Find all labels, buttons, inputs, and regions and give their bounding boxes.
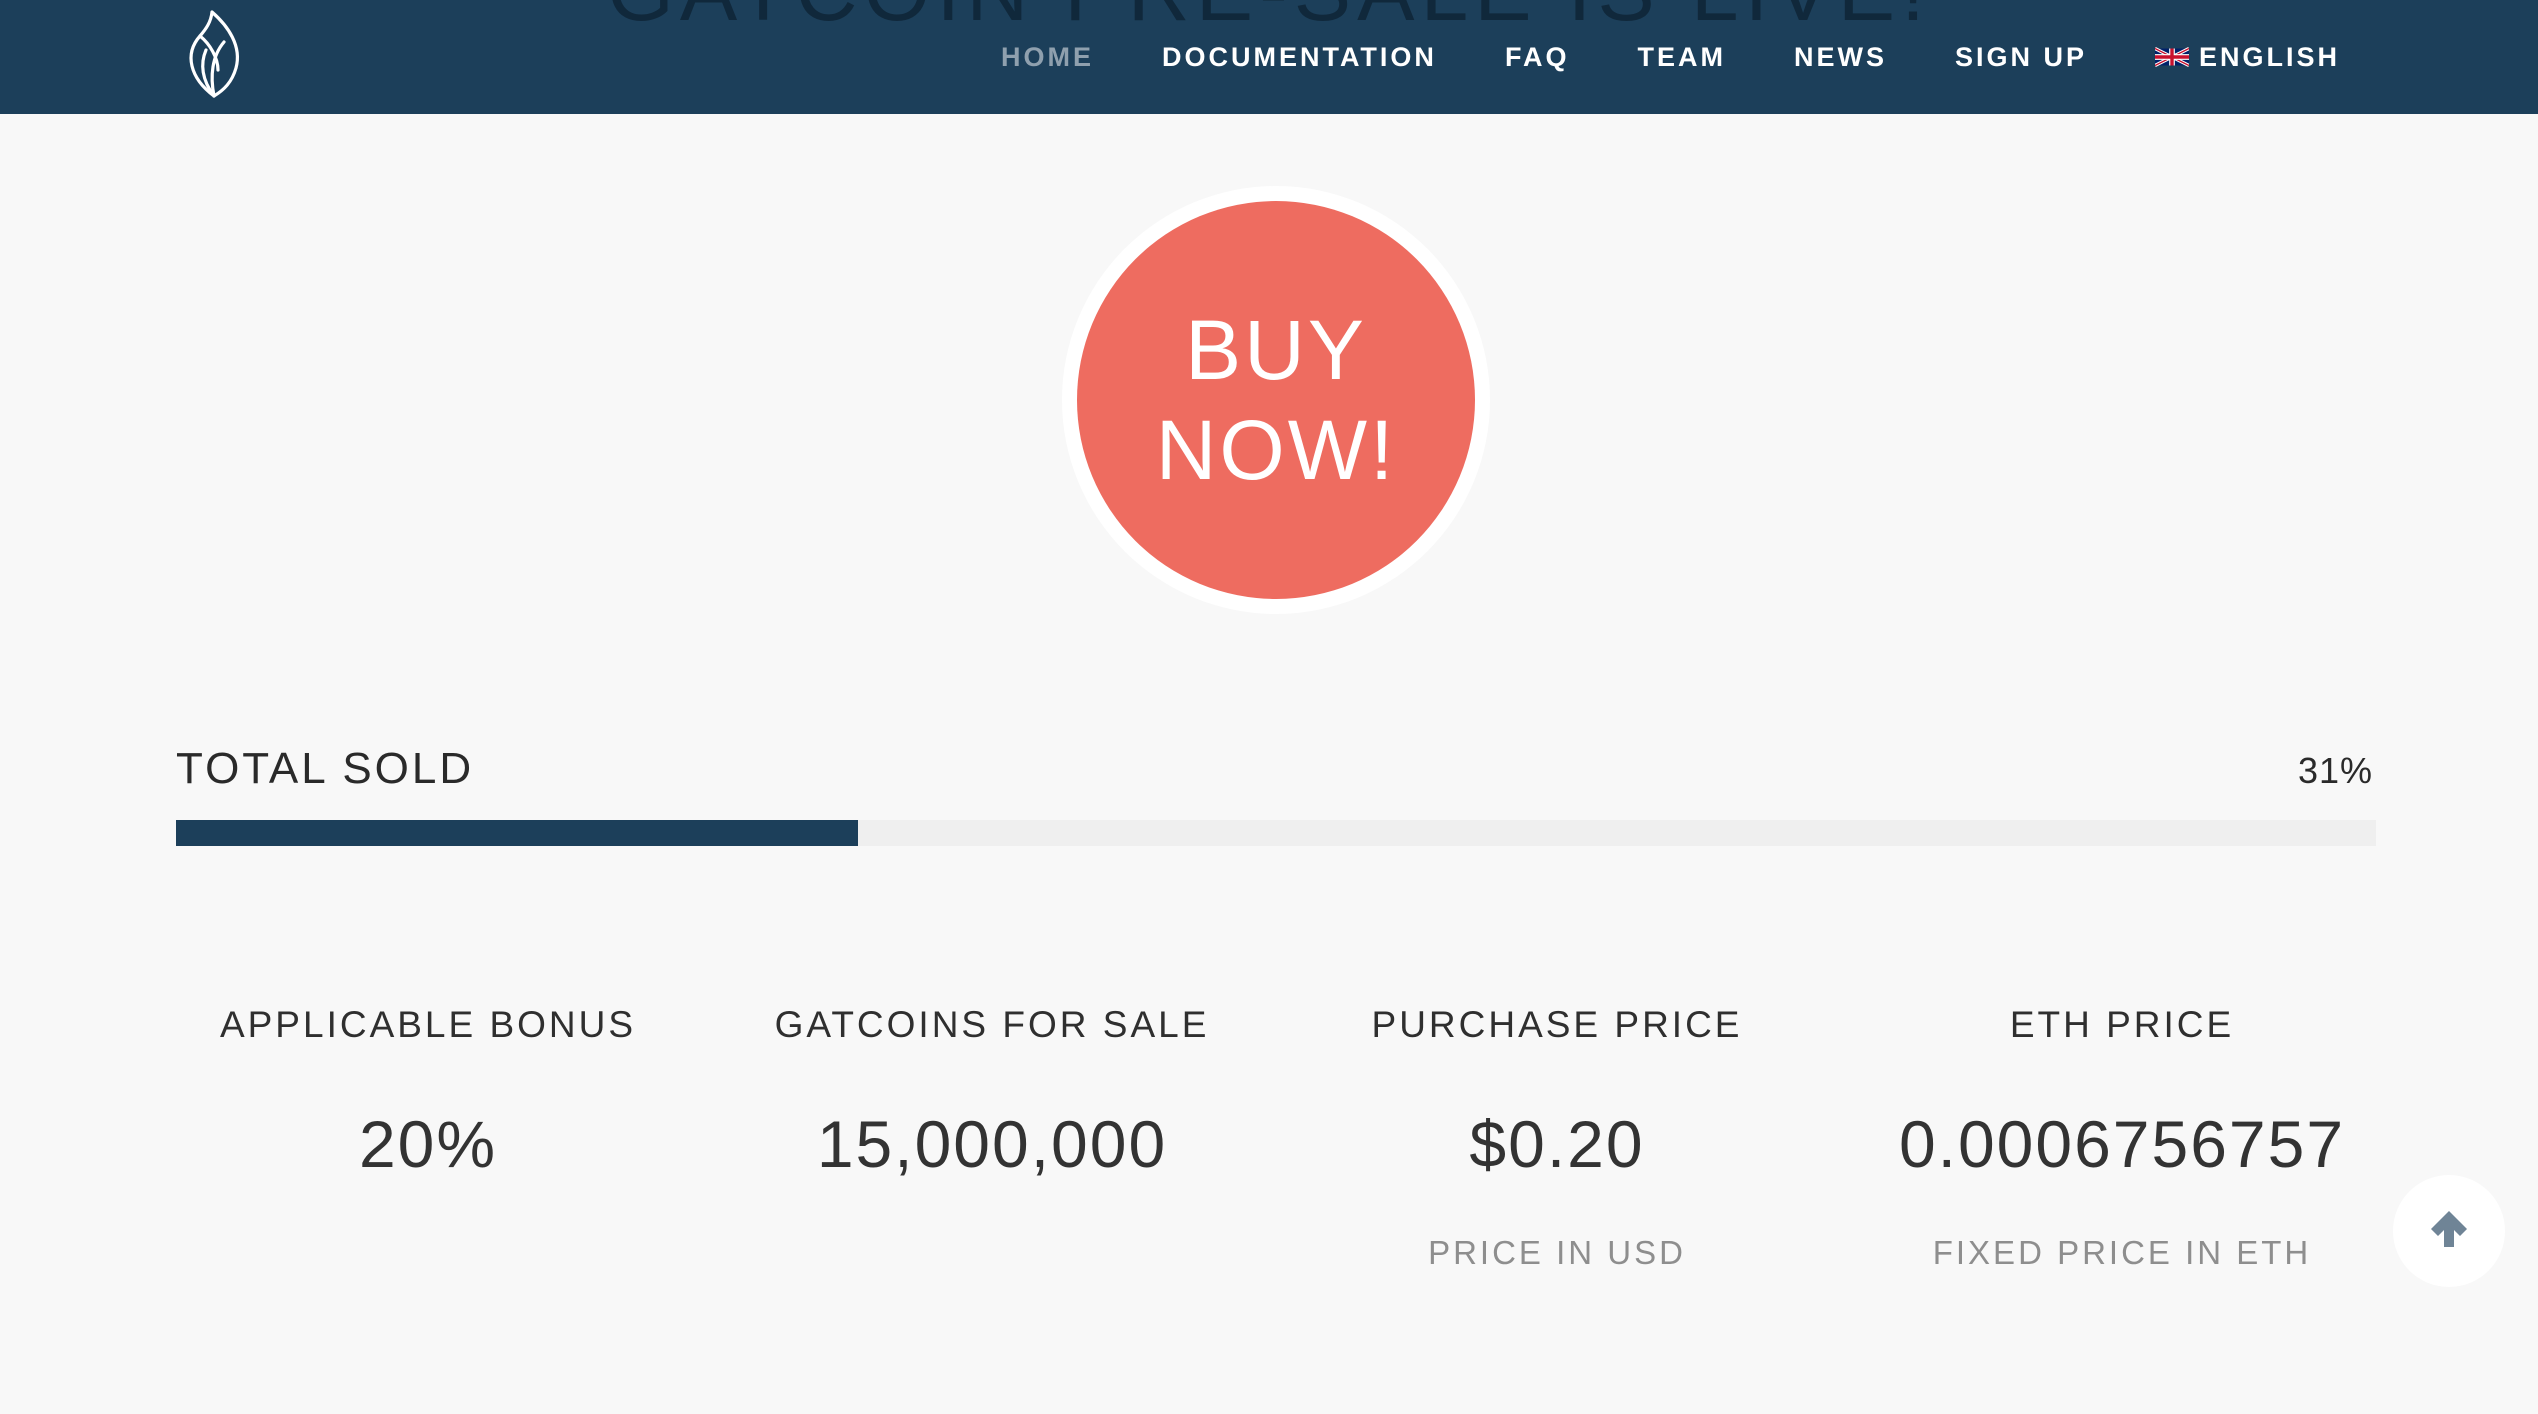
total-sold-label: TOTAL SOLD: [176, 744, 475, 793]
nav-faq[interactable]: FAQ: [1505, 42, 1570, 73]
main-nav: HOME DOCUMENTATION FAQ TEAM NEWS SIGN UP…: [933, 0, 2340, 114]
language-selector[interactable]: ENGLISH: [2154, 41, 2340, 73]
uk-flag-icon: [2154, 45, 2190, 69]
stat-sublabel: PRICE IN USD: [1428, 1234, 1686, 1271]
stat-label: GATCOINS FOR SALE: [774, 1004, 1210, 1045]
nav-home[interactable]: HOME: [1001, 42, 1094, 73]
buy-now-line-2: NOW!: [1155, 403, 1397, 497]
nav-documentation[interactable]: DOCUMENTATION: [1162, 42, 1437, 73]
scroll-to-top-button[interactable]: [2393, 1175, 2505, 1287]
stat-value: $0.20: [1469, 1107, 1645, 1181]
buy-now-button[interactable]: BUY NOW!: [1077, 201, 1475, 599]
total-sold-percent: 31%: [2297, 750, 2373, 791]
arrow-up-icon: [2427, 1207, 2471, 1256]
stat-sublabel: FIXED PRICE IN ETH: [1932, 1234, 2312, 1271]
stat-gatcoins-for-sale: GATCOINS FOR SALE 15,000,000: [712, 1004, 1272, 1182]
stat-value: 15,000,000: [816, 1107, 1168, 1181]
total-sold-progress-bar: [176, 820, 2376, 846]
stat-label: PURCHASE PRICE: [1371, 1004, 1743, 1045]
nav-sign-up[interactable]: SIGN UP: [1955, 42, 2087, 73]
nav-team[interactable]: TEAM: [1637, 42, 1726, 73]
stat-label: ETH PRICE: [2009, 1004, 2235, 1045]
buy-now-line-1: BUY: [1185, 303, 1367, 397]
stat-value: 0.0006756757: [1898, 1107, 2346, 1181]
stat-value: 20%: [358, 1107, 498, 1181]
language-label: ENGLISH: [2198, 41, 2340, 72]
stat-eth-price: ETH PRICE 0.0006756757 FIXED PRICE IN ET…: [1842, 1004, 2402, 1272]
nav-news[interactable]: NEWS: [1794, 42, 1887, 73]
stat-purchase-price: PURCHASE PRICE $0.20 PRICE IN USD: [1277, 1004, 1837, 1272]
page: GATCOIN PRE-SALE IS LIVE! HOME DOCUMENTA…: [0, 0, 2538, 1414]
progress-fill: [176, 820, 858, 846]
top-navbar: GATCOIN PRE-SALE IS LIVE! HOME DOCUMENTA…: [0, 0, 2538, 114]
stat-label: APPLICABLE BONUS: [219, 1004, 637, 1045]
stat-applicable-bonus: APPLICABLE BONUS 20%: [148, 1004, 708, 1182]
leaf-logo-icon[interactable]: [178, 6, 250, 102]
